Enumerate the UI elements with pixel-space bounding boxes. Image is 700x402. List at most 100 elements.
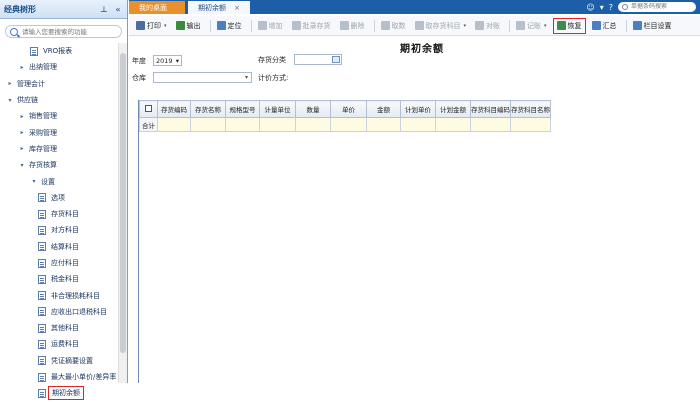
add-button[interactable]: 增加 bbox=[255, 18, 286, 34]
tree-item[interactable]: VRO报表 bbox=[0, 43, 118, 59]
reconcile-button[interactable]: 对账 bbox=[472, 18, 503, 34]
sidebar-title: 经典树形 bbox=[4, 4, 36, 14]
column-header[interactable]: 计划金额 bbox=[435, 100, 471, 118]
picker-icon[interactable] bbox=[332, 56, 340, 63]
document-icon bbox=[38, 356, 46, 366]
chevron-down-icon[interactable]: ▾ bbox=[30, 178, 38, 185]
column-settings-button[interactable]: 栏目设置 bbox=[630, 18, 675, 34]
sidebar-search-input[interactable] bbox=[22, 27, 117, 36]
total-cell bbox=[259, 117, 296, 132]
column-header[interactable]: 存货名称 bbox=[190, 100, 226, 118]
tree-item[interactable]: ▸ 出纳管理 bbox=[0, 59, 118, 75]
tree-item[interactable]: 应收出口退税科目 bbox=[0, 304, 118, 320]
search-icon bbox=[622, 3, 628, 10]
restore-button[interactable]: 恢复 bbox=[552, 17, 586, 34]
fetch-icon bbox=[380, 21, 390, 30]
chevron-down-icon[interactable]: ▾ bbox=[544, 23, 547, 29]
warehouse-select[interactable]: ▾ bbox=[153, 72, 252, 83]
help-icon[interactable]: ? bbox=[609, 3, 613, 12]
column-header[interactable]: 单价 bbox=[330, 100, 367, 118]
tree-item[interactable]: 税金科目 bbox=[0, 271, 118, 287]
summary-button[interactable]: 汇总 bbox=[589, 18, 620, 34]
tree-item[interactable]: 结算科目 bbox=[0, 239, 118, 255]
tree-item[interactable]: 期初余额 bbox=[0, 385, 118, 401]
column-header[interactable]: 规格型号 bbox=[225, 100, 260, 118]
batch-inventory-button[interactable]: 批录存货 bbox=[289, 18, 334, 34]
dropdown-icon[interactable]: ▾ bbox=[600, 3, 604, 12]
grid-table: 存货编码 存货名称 规格型号 计量单位 数量 单价 金额 计划单价 计划金额 存货科目编码 存货科目… bbox=[139, 100, 551, 132]
tree-item[interactable]: 非合理损耗科目 bbox=[0, 287, 118, 303]
select-all-header[interactable] bbox=[139, 100, 158, 118]
tree-item[interactable]: ▸ 销售管理 bbox=[0, 108, 118, 124]
pin-icon[interactable]: ⊥ bbox=[99, 5, 109, 14]
year-select[interactable]: 2019 ▾ bbox=[153, 55, 182, 66]
toolbar-button-label: 恢复 bbox=[567, 21, 582, 30]
tree-item[interactable]: 应付科目 bbox=[0, 255, 118, 271]
column-header[interactable]: 计量单位 bbox=[259, 100, 296, 118]
tree-item-label: 销售管理 bbox=[29, 112, 57, 121]
column-header[interactable]: 计划单价 bbox=[400, 100, 436, 118]
chevron-down-icon[interactable]: ▾ bbox=[464, 23, 467, 29]
chevron-right-icon[interactable]: ▸ bbox=[6, 80, 14, 87]
user-icon[interactable]: ☺ bbox=[586, 3, 594, 12]
column-header[interactable]: 金额 bbox=[366, 100, 401, 118]
tree-item[interactable]: 存货科目 bbox=[0, 206, 118, 222]
tree-item-label: 最大最小单价/差异率 bbox=[51, 373, 117, 382]
year-label: 年度 bbox=[132, 57, 146, 65]
chevron-right-icon[interactable]: ▸ bbox=[18, 64, 26, 71]
sidebar-scrollbar[interactable] bbox=[118, 43, 127, 383]
locate-button[interactable]: 定位 bbox=[214, 18, 245, 34]
chevron-right-icon[interactable]: ▸ bbox=[18, 145, 26, 152]
inventory-class-input[interactable] bbox=[294, 54, 342, 65]
document-icon bbox=[30, 46, 38, 56]
column-header[interactable]: 存货编码 bbox=[157, 100, 191, 118]
tab-label: 期初余额 bbox=[198, 3, 226, 12]
toolbar-button-label: 栏目设置 bbox=[643, 21, 672, 30]
print-button[interactable]: 打印 ▾ bbox=[133, 18, 170, 34]
delete-icon bbox=[339, 21, 349, 30]
tree-item[interactable]: ▾ 供应链 bbox=[0, 92, 118, 108]
chevron-down-icon[interactable]: ▾ bbox=[164, 23, 167, 29]
fetch-button[interactable]: 取数 bbox=[378, 18, 409, 34]
toolbar: 打印 ▾ 输出 定位 增加 批录存货 删除 取数 取存货科目 ▾ 对账 记账 ▾ 恢复 汇总 栏目设置 bbox=[129, 16, 700, 36]
export-button[interactable]: 输出 bbox=[173, 18, 204, 34]
document-icon bbox=[38, 307, 46, 317]
post-button[interactable]: 记账 ▾ bbox=[513, 18, 550, 34]
column-header[interactable]: 数量 bbox=[295, 100, 331, 118]
column-header[interactable]: 存货科目编码 bbox=[470, 100, 511, 118]
toolbar-button-label: 记账 bbox=[527, 21, 542, 30]
sidebar-search[interactable] bbox=[5, 25, 122, 38]
document-icon bbox=[38, 258, 46, 268]
chevron-down-icon[interactable]: ▾ bbox=[18, 162, 26, 169]
tree-item[interactable]: 对方科目 bbox=[0, 222, 118, 238]
tree-item[interactable]: 凭证摘要设置 bbox=[0, 353, 118, 369]
tree-item[interactable]: ▾ 设置 bbox=[0, 173, 118, 189]
close-icon[interactable]: × bbox=[234, 4, 240, 12]
tree-item[interactable]: ▸ 采购管理 bbox=[0, 124, 118, 140]
scrollbar-thumb[interactable] bbox=[120, 53, 126, 353]
fetch-inventory-account-button[interactable]: 取存货科目 ▾ bbox=[412, 18, 470, 34]
tree-item[interactable]: ▾ 存货核算 bbox=[0, 157, 118, 173]
collapse-icon[interactable]: « bbox=[113, 5, 123, 14]
barcode-search[interactable] bbox=[618, 1, 696, 12]
tab-opening-balance[interactable]: 期初余额 × bbox=[188, 1, 250, 14]
tree-item[interactable]: ▸ 库存管理 bbox=[0, 141, 118, 157]
chevron-down-icon[interactable]: ▾ bbox=[6, 97, 14, 104]
column-header[interactable]: 存货科目名称 bbox=[510, 100, 551, 118]
chevron-right-icon[interactable]: ▸ bbox=[18, 129, 26, 136]
select-all-checkbox[interactable] bbox=[145, 104, 152, 112]
tree-item[interactable]: ▸ 管理会计 bbox=[0, 76, 118, 92]
toolbar-button-label: 取存货科目 bbox=[425, 21, 461, 30]
tree-item[interactable]: 其他科目 bbox=[0, 320, 118, 336]
tree-item[interactable]: 运费科目 bbox=[0, 336, 118, 352]
total-row: 合计 bbox=[139, 117, 551, 132]
warehouse-label: 仓库 bbox=[132, 74, 146, 82]
barcode-search-input[interactable] bbox=[631, 3, 691, 10]
delete-button[interactable]: 删除 bbox=[337, 18, 368, 34]
chevron-right-icon[interactable]: ▸ bbox=[18, 113, 26, 120]
tab-my-desktop[interactable]: 我的桌面 bbox=[129, 1, 185, 14]
tree-item[interactable]: 选项 bbox=[0, 190, 118, 206]
tree-item-label: 存货科目 bbox=[51, 210, 79, 219]
tree-item-label: 凭证摘要设置 bbox=[51, 356, 93, 365]
document-icon bbox=[38, 209, 46, 219]
